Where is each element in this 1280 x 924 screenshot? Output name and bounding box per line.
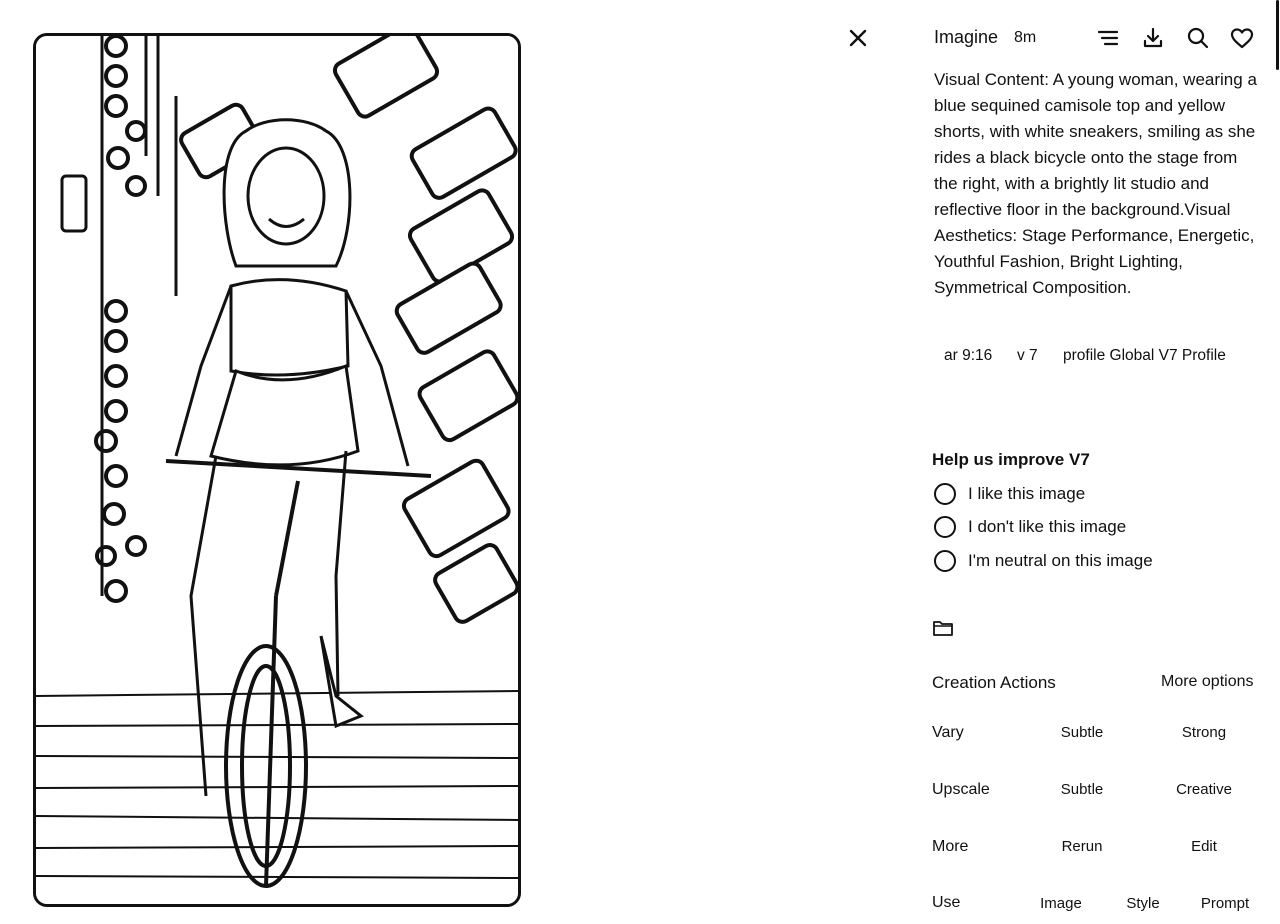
radio-button[interactable]	[934, 516, 956, 538]
rerun-button[interactable]: Rerun	[1052, 838, 1112, 855]
creation-actions-title: Creation Actions	[932, 673, 1056, 692]
vary-subtle-button[interactable]: Subtle	[1052, 724, 1112, 741]
upscale-subtle-button[interactable]: Subtle	[1052, 781, 1112, 798]
close-icon[interactable]	[846, 26, 870, 50]
upscale-creative-button[interactable]: Creative	[1168, 781, 1240, 798]
folder-icon[interactable]	[932, 618, 954, 638]
prompt-text[interactable]: Visual Content: A young woman, wearing a…	[934, 67, 1260, 301]
more-label: More	[932, 838, 969, 855]
radio-label: I'm neutral on this image	[968, 551, 1153, 570]
radio-label: I don't like this image	[968, 517, 1127, 536]
heart-icon[interactable]	[1229, 25, 1255, 51]
download-icon[interactable]	[1140, 25, 1166, 51]
use-prompt-button[interactable]: Prompt	[1196, 895, 1254, 912]
use-style-button[interactable]: Style	[1120, 895, 1166, 912]
param-aspect[interactable]: ar 9:16	[944, 347, 992, 365]
radio-button[interactable]	[934, 483, 956, 505]
feedback-neutral-option[interactable]: I'm neutral on this image	[934, 548, 1234, 576]
radio-label: I like this image	[968, 484, 1086, 503]
menu-icon[interactable]	[1095, 25, 1121, 51]
search-icon[interactable]	[1185, 25, 1211, 51]
image-detail-view: Imagine 8m Visual Content: A young woman…	[0, 0, 1280, 924]
generated-image[interactable]	[33, 33, 521, 907]
feedback-dislike-option[interactable]: I don't like this image	[934, 514, 1234, 542]
param-profile[interactable]: profile Global V7 Profile	[1063, 347, 1226, 365]
param-version[interactable]: v 7	[1017, 347, 1038, 365]
vary-strong-button[interactable]: Strong	[1172, 724, 1236, 741]
upscale-label: Upscale	[932, 781, 990, 798]
more-options-button[interactable]: More options	[1161, 673, 1254, 691]
vary-label: Vary	[932, 724, 964, 741]
use-label: Use	[932, 894, 961, 911]
edit-button[interactable]: Edit	[1184, 838, 1224, 855]
radio-button[interactable]	[934, 550, 956, 572]
feedback-like-option[interactable]: I like this image	[934, 481, 1234, 509]
page-title: Imagine	[934, 27, 999, 47]
feedback-title: Help us improve V7	[932, 450, 1090, 469]
bicycle-rider-sketch-image	[36, 36, 518, 904]
use-image-button[interactable]: Image	[1034, 895, 1088, 912]
scrollbar[interactable]	[1276, 0, 1279, 70]
timestamp: 8m	[1014, 29, 1037, 46]
